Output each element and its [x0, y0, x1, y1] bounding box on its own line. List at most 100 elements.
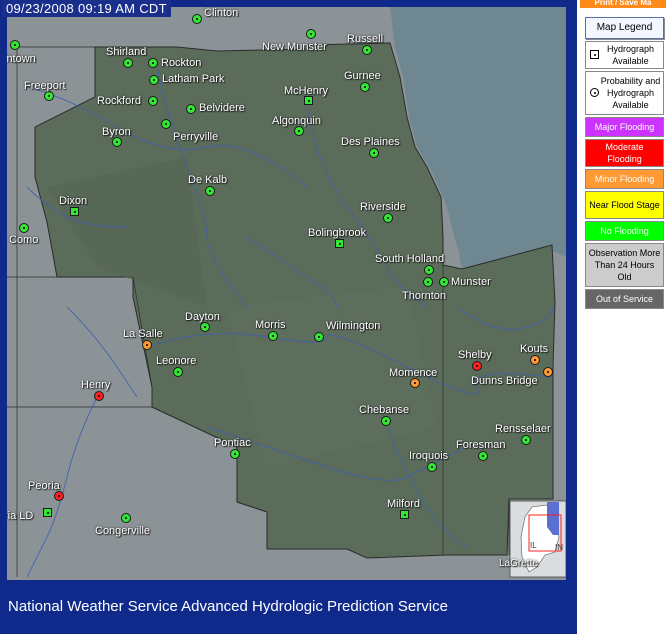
hydrologic-map[interactable]: Clinton intown Shirland Rockton New Munster R… [7, 7, 566, 580]
gauge-label-algonquin[interactable]: Algonquin [272, 115, 321, 127]
gauge-marker-freeport[interactable] [44, 91, 54, 101]
gauge-label-russell[interactable]: Russell [347, 33, 383, 45]
gauge-marker-foresman[interactable] [478, 451, 488, 461]
gauge-label-pontiac[interactable]: Pontiac [214, 437, 251, 449]
gauge-label-de-kalb[interactable]: De Kalb [188, 174, 227, 186]
gauge-marker-riverside[interactable] [383, 213, 393, 223]
legend-item-label: Observation More Than 24 Hours Old [588, 248, 661, 282]
gauge-marker-shelby[interactable] [472, 361, 482, 371]
gauge-label-thornton[interactable]: Thornton [402, 290, 446, 302]
gauge-label-gurnee[interactable]: Gurnee [344, 70, 381, 82]
map-legend: Map Legend Hydrograph Available Probabili… [585, 17, 664, 311]
gauge-label-milford[interactable]: Milford [387, 498, 420, 510]
footer-title: National Weather Service Advanced Hydrol… [8, 598, 448, 615]
gauge-label-munster[interactable]: Munster [451, 276, 491, 288]
legend-item-near-flood-stage: Near Flood Stage [585, 191, 664, 219]
gauge-label-rockford[interactable]: Rockford [97, 95, 141, 107]
gauge-label-ria-ld[interactable]: ria LD [7, 510, 33, 522]
print-save-map-button[interactable]: Print / Save Ma [580, 0, 666, 8]
gauge-marker-new-munster[interactable] [306, 29, 316, 39]
gauge-label-latham-park[interactable]: Latham Park [162, 73, 224, 85]
gauge-label-new-munster[interactable]: New Munster [262, 41, 327, 53]
gauge-marker-ria-ld[interactable] [43, 508, 52, 517]
gauge-label-perryville[interactable]: Perryville [173, 131, 218, 143]
map-frame: Clinton intown Shirland Rockton New Munster R… [0, 0, 577, 634]
gauge-marker-bolingbrook[interactable] [335, 239, 344, 248]
gauge-marker-gurnee[interactable] [360, 82, 370, 92]
gauge-label-freeport[interactable]: Freeport [24, 80, 66, 92]
gauge-marker-shirland[interactable] [123, 58, 133, 68]
gauge-label-la-salle[interactable]: La Salle [123, 328, 163, 340]
gauge-marker-dayton[interactable] [200, 322, 210, 332]
gauge-label-shelby[interactable]: Shelby [458, 349, 492, 361]
gauge-marker-dunns-bridge[interactable] [543, 367, 553, 377]
gauge-label-shirland[interactable]: Shirland [106, 46, 146, 58]
gauge-marker-henry[interactable] [94, 391, 104, 401]
gauge-label-kouts[interactable]: Kouts [520, 343, 548, 355]
gauge-label-morris[interactable]: Morris [255, 319, 286, 331]
gauge-label-momence[interactable]: Momence [389, 367, 437, 379]
gauge-marker-rockton[interactable] [148, 58, 158, 68]
gauge-marker-milford[interactable] [400, 510, 409, 519]
gauge-marker-iroquois[interactable] [427, 462, 437, 472]
gauge-marker-mchenry[interactable] [304, 96, 313, 105]
gauge-label-dayton[interactable]: Dayton [185, 311, 220, 323]
inset-label-il: IL [530, 541, 537, 550]
gauge-marker-thornton[interactable] [423, 277, 433, 287]
gauge-marker-latham-park[interactable] [149, 75, 159, 85]
gauge-marker-clinton[interactable] [192, 14, 202, 24]
gauge-label-leonore[interactable]: Leonore [156, 355, 196, 367]
gauge-marker-morris[interactable] [268, 331, 278, 341]
gauge-marker-munster[interactable] [439, 277, 449, 287]
hydrograph-square-icon [590, 50, 599, 59]
gauge-label-rensselaer[interactable]: Rensselaer [495, 423, 551, 435]
gauge-marker-pontiac[interactable] [230, 449, 240, 459]
gauge-label-iroquois[interactable]: Iroquois [409, 450, 448, 462]
gauge-label-dunns-bridge[interactable]: Dunns Bridge [471, 375, 538, 387]
gauge-label-bolingbrook[interactable]: Bolingbrook [308, 227, 366, 239]
gauge-marker-de-kalb[interactable] [205, 186, 215, 196]
gauge-marker-chebanse[interactable] [381, 416, 391, 426]
legend-item-probability-and-hydrograph-available: Probability and Hydrograph Available [585, 71, 664, 115]
gauge-marker-peoria[interactable] [54, 491, 64, 501]
gauge-marker-algonquin[interactable] [294, 126, 304, 136]
probability-circle-icon [590, 88, 599, 97]
gauge-marker-perryville[interactable] [161, 119, 171, 129]
gauge-label-des-plaines[interactable]: Des Plaines [341, 136, 400, 148]
gauge-label-south-holland[interactable]: South Holland [375, 253, 444, 265]
gauge-label-clinton[interactable]: Clinton [204, 7, 238, 19]
gauge-marker-dixon[interactable] [70, 207, 79, 216]
gauge-marker-belvidere[interactable] [186, 104, 196, 114]
gauge-label-como[interactable]: Como [9, 234, 38, 246]
gauge-label-chebanse[interactable]: Chebanse [359, 404, 409, 416]
gauge-marker-south-holland[interactable] [424, 265, 434, 275]
gauge-label-riverside[interactable]: Riverside [360, 201, 406, 213]
gauge-label-foresman[interactable]: Foresman [456, 439, 506, 451]
gauge-marker-des-plaines[interactable] [369, 148, 379, 158]
legend-item-hydrograph-available: Hydrograph Available [585, 41, 664, 69]
gauge-label-wilmington[interactable]: Wilmington [326, 320, 380, 332]
gauge-marker-kouts[interactable] [530, 355, 540, 365]
gauge-label-rockton[interactable]: Rockton [161, 57, 201, 69]
gauge-label-intown[interactable]: intown [7, 53, 36, 65]
gauge-label-congerville[interactable]: Congerville [95, 525, 150, 537]
gauge-label-peoria[interactable]: Peoria [28, 480, 60, 492]
gauge-label-dixon[interactable]: Dixon [59, 195, 87, 207]
gauge-marker-congerville[interactable] [121, 513, 131, 523]
gauge-marker-wilmington[interactable] [314, 332, 324, 342]
gauge-marker-leonore[interactable] [173, 367, 183, 377]
legend-item-minor-flooding: Minor Flooding [585, 169, 664, 189]
gauge-marker-byron[interactable] [112, 137, 122, 147]
legend-item-label: Minor Flooding [594, 174, 655, 184]
gauge-marker-momence[interactable] [410, 378, 420, 388]
gauge-marker-intown[interactable] [10, 40, 20, 50]
gauge-marker-rensselaer[interactable] [521, 435, 531, 445]
gauge-marker-rockford[interactable] [148, 96, 158, 106]
gauge-label-byron[interactable]: Byron [102, 126, 131, 138]
gauge-marker-como[interactable] [19, 223, 29, 233]
gauge-marker-la-salle[interactable] [142, 340, 152, 350]
gauge-label-belvidere[interactable]: Belvidere [199, 102, 245, 114]
gauge-marker-russell[interactable] [362, 45, 372, 55]
gauge-label-henry[interactable]: Henry [81, 379, 110, 391]
gauge-label-mchenry[interactable]: McHenry [284, 85, 328, 97]
